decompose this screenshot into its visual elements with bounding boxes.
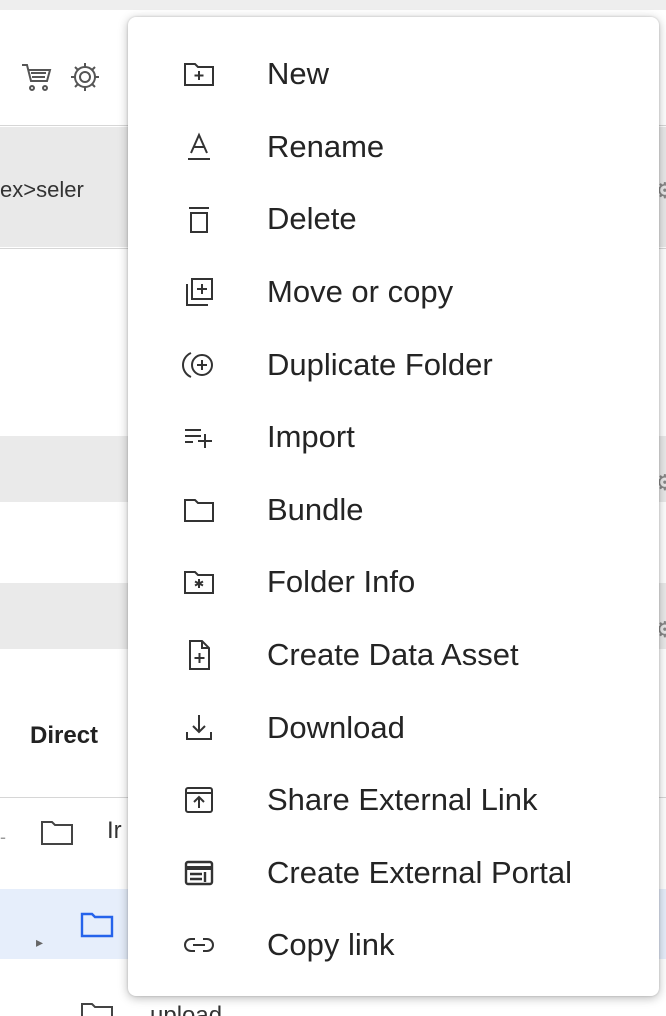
import-icon (178, 416, 220, 458)
menu-item-create-data-asset[interactable]: Create Data Asset (128, 619, 659, 692)
link-icon (178, 924, 220, 966)
menu-item-duplicate-folder[interactable]: Duplicate Folder (128, 328, 659, 401)
menu-item-delete[interactable]: Delete (128, 183, 659, 256)
menu-item-copy-link[interactable]: Copy link (128, 909, 659, 982)
menu-item-label: Share External Link (267, 782, 538, 818)
cart-icon[interactable] (20, 60, 54, 94)
share-link-icon (178, 779, 220, 821)
folder-icon (178, 489, 220, 531)
trash-icon (178, 198, 220, 240)
create-data-asset-icon (178, 634, 220, 676)
folder-icon (80, 910, 114, 938)
menu-item-label: Duplicate Folder (267, 346, 493, 382)
menu-item-label: Create Data Asset (267, 637, 519, 673)
duplicate-icon (178, 344, 220, 386)
menu-item-label: Move or copy (267, 274, 454, 310)
menu-item-share-external-link[interactable]: Share External Link (128, 764, 659, 837)
menu-item-label: Create External Portal (267, 854, 572, 890)
menu-item-label: Copy link (267, 927, 395, 963)
move-copy-icon (178, 271, 220, 313)
folder-icon (80, 1000, 114, 1016)
menu-item-download[interactable]: Download (128, 691, 659, 764)
menu-item-new[interactable]: New (128, 38, 659, 111)
menu-item-label: Import (267, 419, 355, 455)
menu-item-bundle[interactable]: Bundle (128, 474, 659, 547)
menu-item-label: Bundle (267, 491, 364, 527)
menu-item-move-or-copy[interactable]: Move or copy (128, 256, 659, 329)
window-top-strip (0, 0, 666, 10)
menu-item-import[interactable]: Import (128, 401, 659, 474)
tree-item-label: upload (150, 1002, 223, 1016)
context-menu: New Rename Delete Move or copy Duplicate… (128, 17, 659, 996)
menu-item-label: Rename (267, 128, 385, 164)
new-folder-icon (178, 53, 220, 95)
rename-icon (178, 126, 220, 168)
menu-item-label: New (267, 56, 330, 92)
directory-title: Direct (30, 722, 99, 749)
menu-item-rename[interactable]: Rename (128, 111, 659, 184)
menu-item-folder-info[interactable]: Folder Info (128, 546, 659, 619)
breadcrumb[interactable]: ex>seler (0, 177, 84, 203)
folder-icon (40, 818, 74, 846)
menu-item-label: Folder Info (267, 564, 416, 600)
gear-icon[interactable] (68, 60, 102, 94)
menu-item-create-external-portal[interactable]: Create External Portal (128, 837, 659, 910)
menu-item-label: Delete (267, 201, 357, 237)
download-icon (178, 707, 220, 749)
menu-item-label: Download (267, 709, 405, 745)
folder-info-icon (178, 561, 220, 603)
tree-item-label: Ir (107, 817, 122, 844)
portal-icon (178, 852, 220, 894)
chevron-right-icon[interactable]: ▸ (36, 934, 43, 951)
